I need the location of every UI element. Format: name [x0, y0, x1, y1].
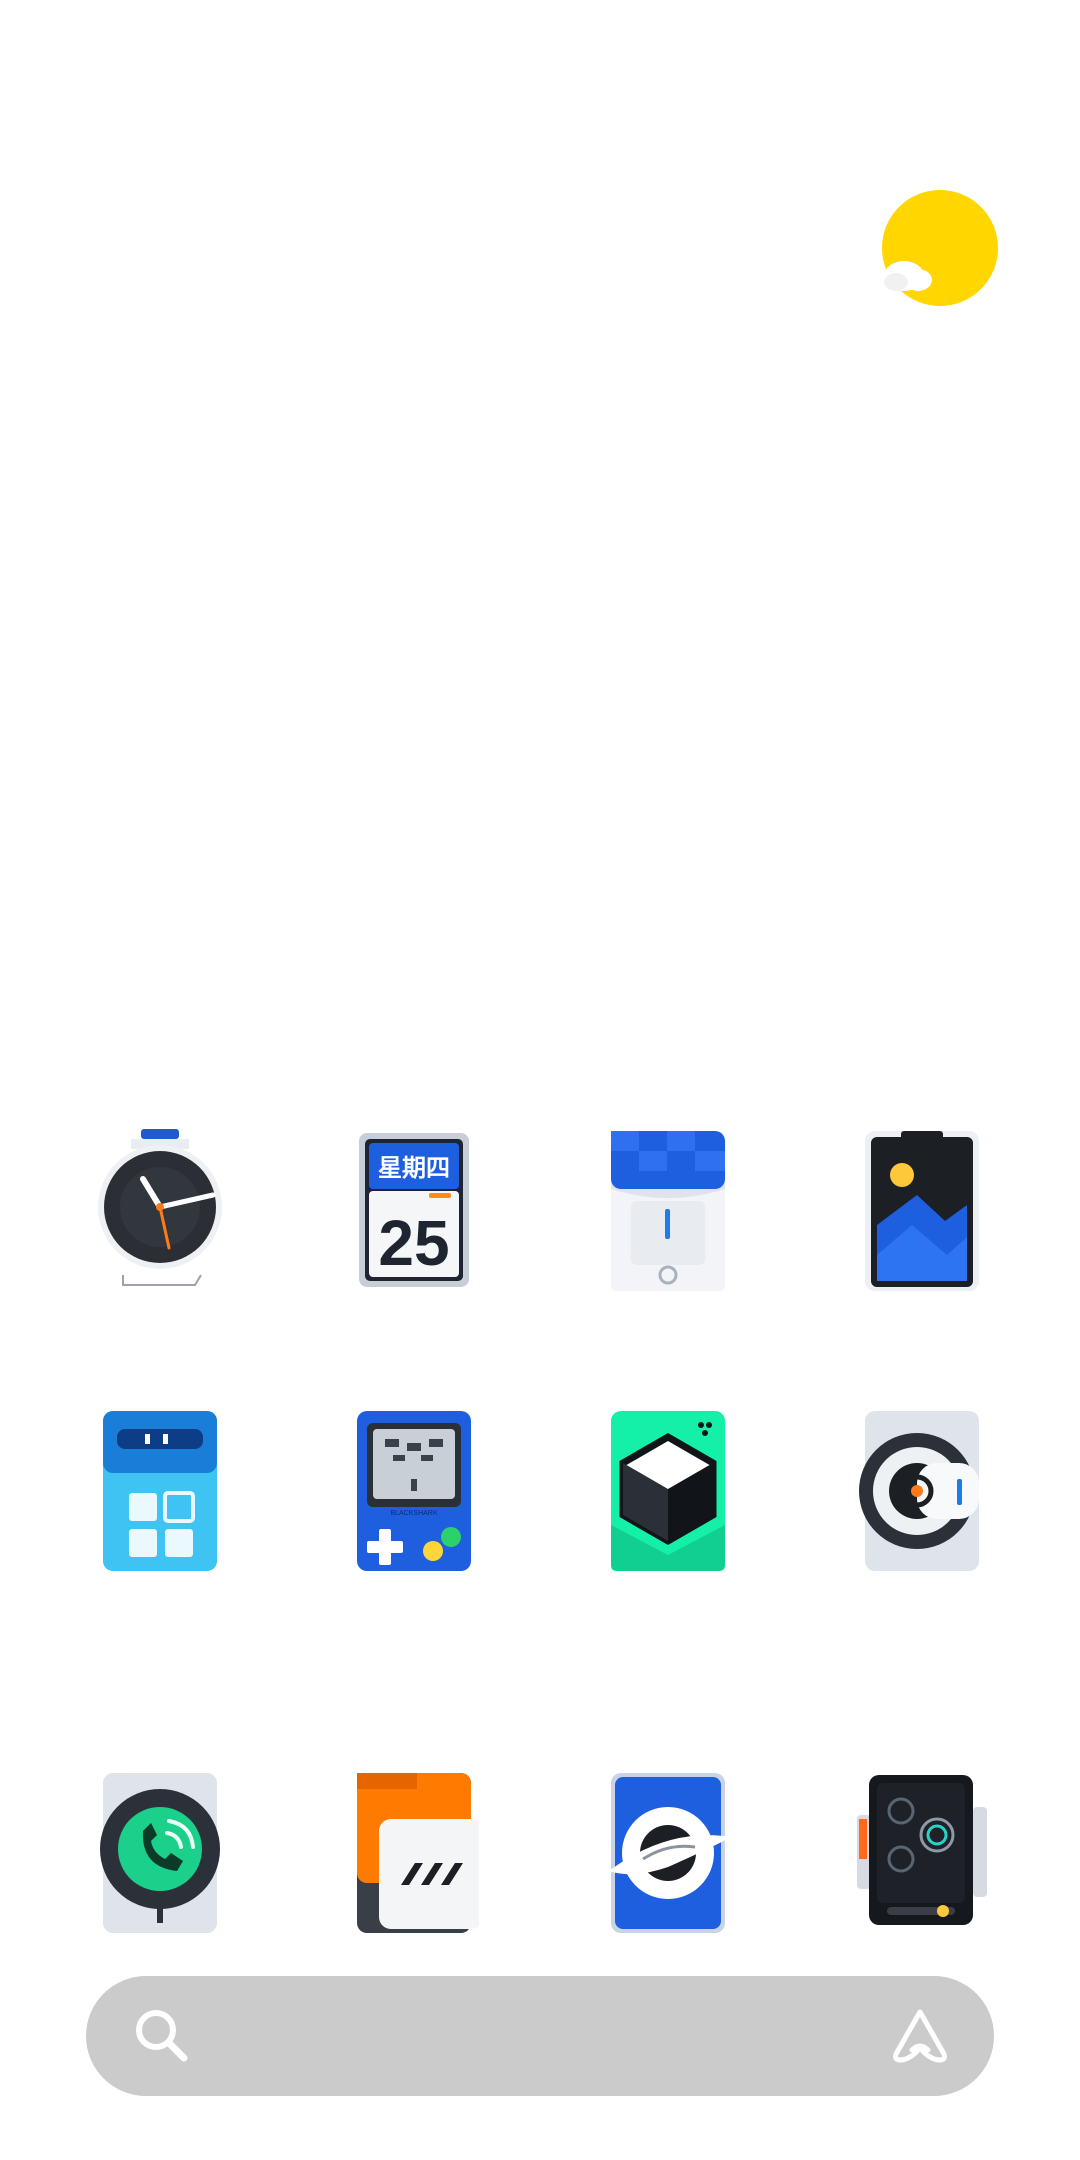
app-file-manager[interactable] — [603, 1125, 733, 1295]
calendar-icon: 星期四 25 — [359, 1133, 469, 1287]
app-camera[interactable] — [857, 1767, 987, 1937]
cube-icon — [611, 1411, 725, 1571]
home-screen: 星期四 25 BLACKSHARK — [0, 0, 1080, 2160]
app-messages[interactable] — [349, 1767, 479, 1937]
gamepad-icon: BLACKSHARK — [357, 1411, 471, 1571]
app-calendar[interactable]: 星期四 25 — [349, 1125, 479, 1295]
app-clock[interactable] — [95, 1125, 225, 1295]
file-manager-icon — [611, 1131, 725, 1291]
app-gallery[interactable] — [857, 1125, 987, 1295]
assistant-icon[interactable] — [890, 2006, 950, 2066]
tools-icon — [103, 1411, 217, 1571]
search-bar[interactable] — [86, 1976, 994, 2096]
app-game-space[interactable]: BLACKSHARK — [349, 1405, 479, 1575]
gallery-icon — [865, 1131, 979, 1291]
search-icon[interactable] — [132, 2006, 192, 2066]
calendar-day: 25 — [378, 1207, 449, 1279]
app-tools[interactable] — [95, 1405, 225, 1575]
brand-label: BLACKSHARK — [390, 1510, 437, 1517]
sunny-icon — [882, 190, 998, 306]
phone-icon — [100, 1773, 220, 1933]
app-cube[interactable] — [603, 1405, 733, 1575]
gear-icon — [859, 1411, 979, 1571]
clock-icon — [98, 1129, 222, 1286]
message-icon — [357, 1773, 479, 1933]
browser-icon — [609, 1773, 731, 1933]
app-browser[interactable] — [603, 1767, 733, 1937]
app-phone[interactable] — [95, 1767, 225, 1937]
app-settings[interactable] — [857, 1405, 987, 1575]
calendar-weekday: 星期四 — [378, 1154, 450, 1182]
camera-icon — [857, 1775, 987, 1925]
weather-widget[interactable] — [880, 188, 1000, 308]
